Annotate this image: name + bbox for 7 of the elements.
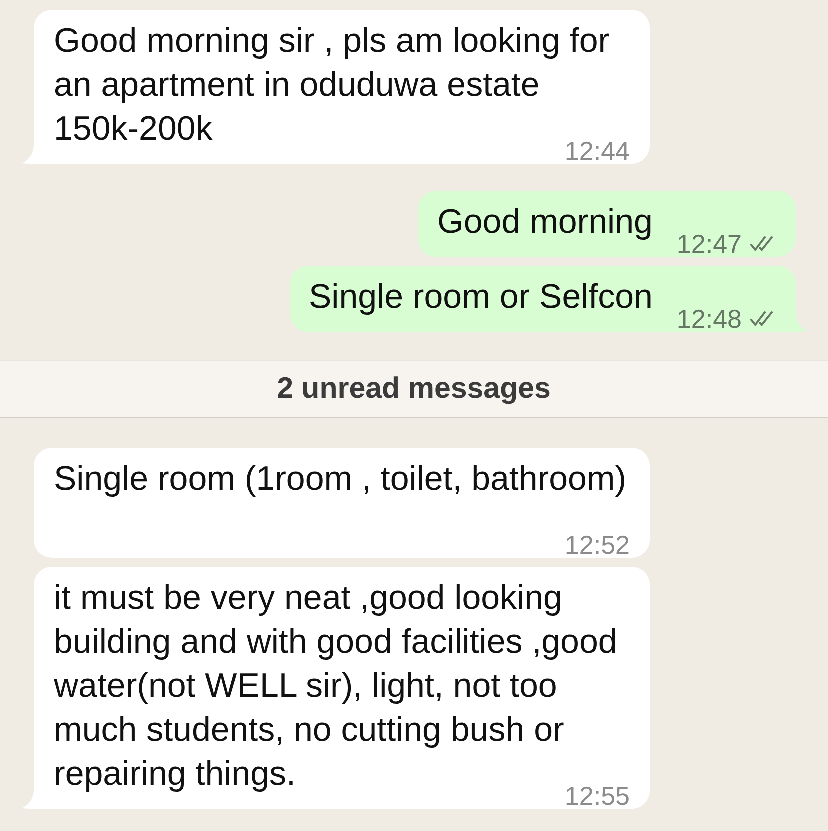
message-time: 12:48: [676, 306, 742, 332]
message-text: Single room (1room , toilet, bathroom): [54, 460, 627, 498]
unread-count-text: 2 unread messages: [277, 370, 551, 407]
message-text: Single room or Selfcon: [308, 278, 653, 316]
message-text: Good morning: [437, 203, 653, 241]
message-time: 12:47: [676, 231, 742, 257]
message-time: 12:52: [564, 532, 630, 558]
